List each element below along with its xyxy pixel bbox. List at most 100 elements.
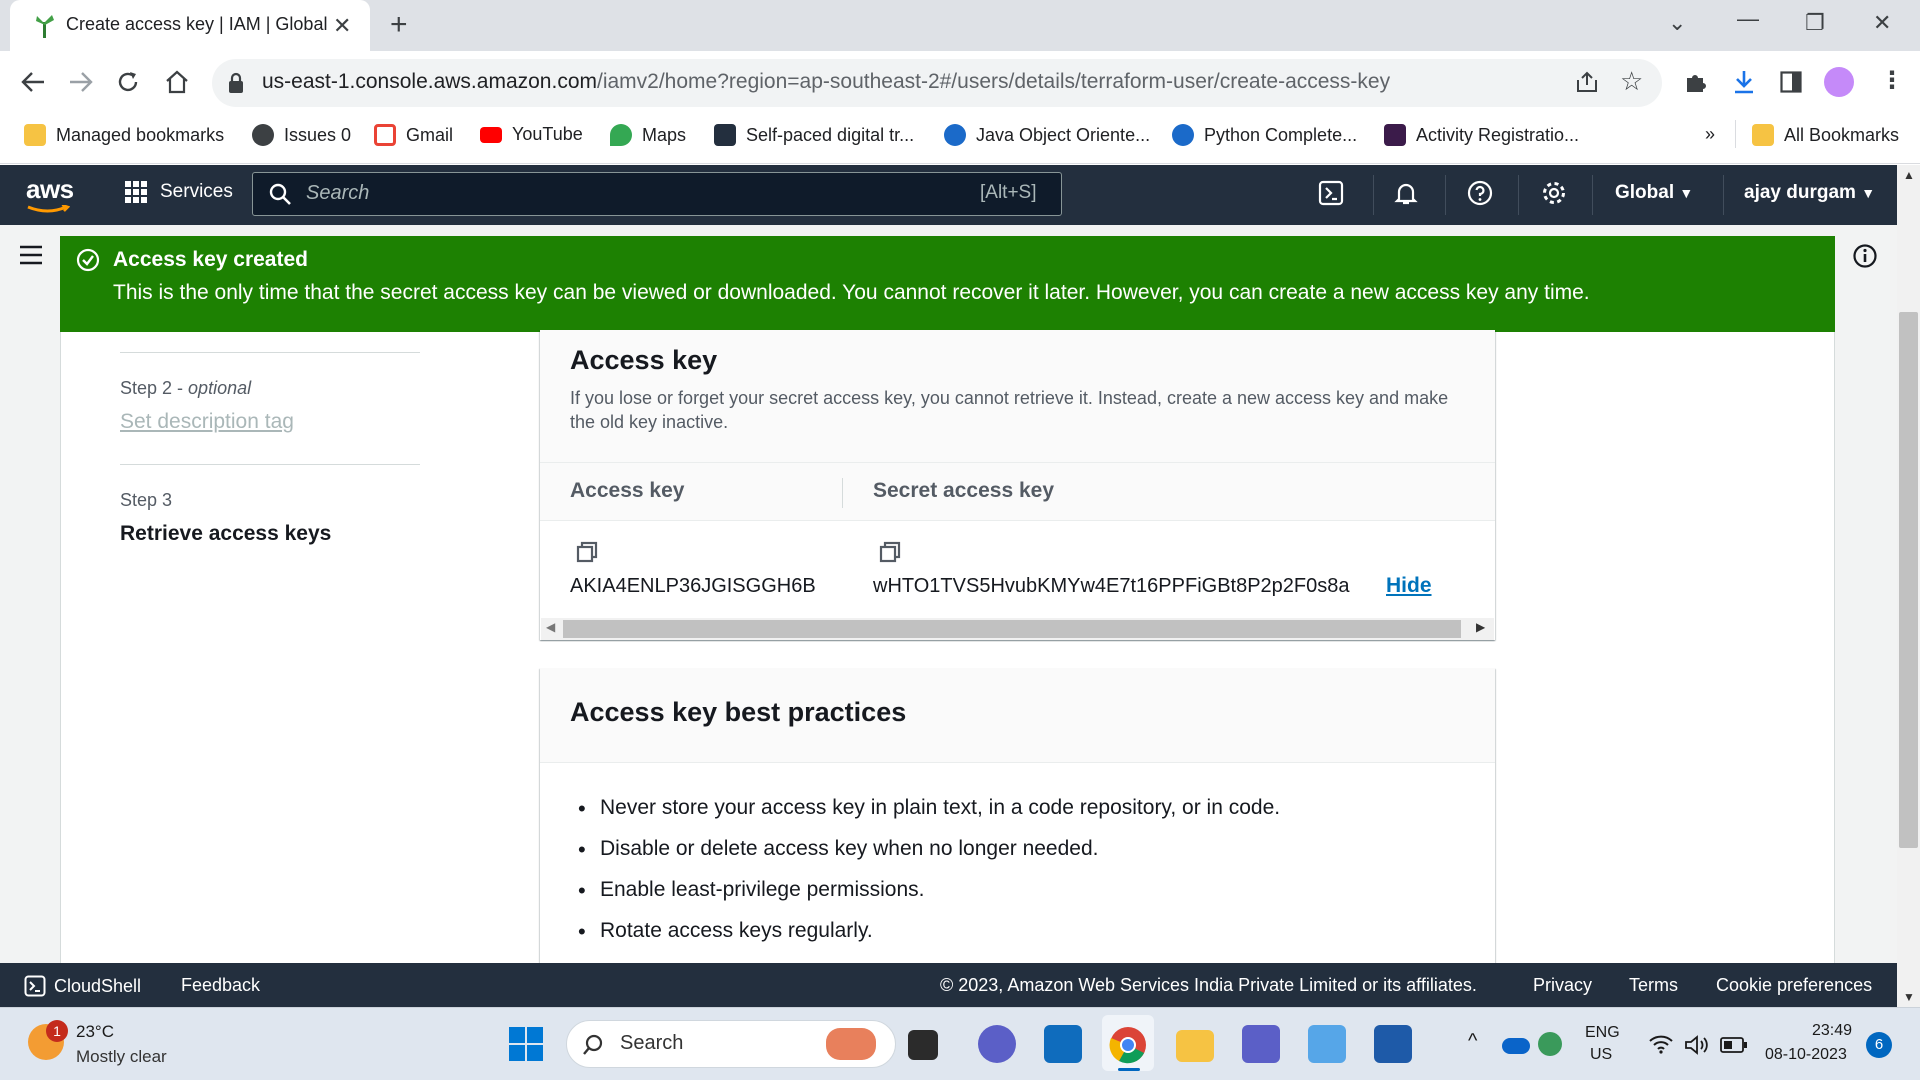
scroll-right-icon[interactable]: ▶ <box>1476 620 1485 634</box>
copy-icon[interactable] <box>879 541 901 563</box>
back-icon[interactable] <box>20 70 46 94</box>
help-icon[interactable] <box>1467 180 1493 206</box>
windows-start-icon[interactable] <box>508 1026 544 1062</box>
windows-taskbar <box>0 1007 1920 1080</box>
notifications-bell-icon[interactable] <box>1393 180 1419 206</box>
bookmark-maps[interactable]: Maps <box>610 124 686 146</box>
step2-link[interactable]: Set description tag <box>120 410 294 434</box>
privacy-link[interactable]: Privacy <box>1533 975 1592 996</box>
scroll-left-icon[interactable]: ◀ <box>546 620 555 634</box>
task-view-icon[interactable] <box>908 1030 938 1060</box>
scroll-down-icon[interactable]: ▼ <box>1903 990 1915 1004</box>
nav-separator <box>1723 175 1724 215</box>
bookmark-managed[interactable]: Managed bookmarks <box>24 124 224 146</box>
cloudshell-icon <box>24 975 46 997</box>
show-hidden-icons[interactable]: ^ <box>1468 1030 1477 1053</box>
notification-badge[interactable]: 6 <box>1866 1032 1892 1058</box>
menu-kebab-icon[interactable]: ⋮ <box>1880 66 1904 95</box>
reload-icon[interactable] <box>116 70 140 94</box>
notepad-icon[interactable] <box>1308 1025 1346 1063</box>
cookie-preferences-link[interactable]: Cookie preferences <box>1716 975 1872 996</box>
info-icon[interactable] <box>1852 243 1878 269</box>
aws-search-input[interactable] <box>252 172 1062 216</box>
cloudshell-button[interactable]: CloudShell <box>24 975 141 997</box>
extensions-icon[interactable] <box>1683 70 1707 94</box>
scroll-up-icon[interactable]: ▲ <box>1903 168 1915 182</box>
tab-search-icon[interactable]: ⌄ <box>1668 10 1686 36</box>
hamburger-menu-icon[interactable] <box>18 244 44 266</box>
home-icon[interactable] <box>164 69 190 95</box>
battery-icon[interactable] <box>1720 1036 1748 1054</box>
nav-separator <box>1373 175 1374 215</box>
best-practices-title: Access key best practices <box>570 697 907 727</box>
download-icon[interactable] <box>1731 68 1757 96</box>
outlook-icon[interactable] <box>1044 1025 1082 1063</box>
list-item: Rotate access keys regularly. <box>578 919 1280 960</box>
lock-icon[interactable] <box>228 72 244 94</box>
aws-logo[interactable]: aws <box>26 174 74 213</box>
close-window-button[interactable]: ✕ <box>1873 10 1891 36</box>
copy-icon[interactable] <box>576 541 598 563</box>
active-indicator <box>1118 1068 1140 1071</box>
bookmark-python[interactable]: Python Complete... <box>1172 124 1357 146</box>
volume-icon[interactable] <box>1684 1034 1710 1056</box>
bookmark-issues[interactable]: Issues 0 <box>252 124 351 146</box>
cloudshell-icon[interactable] <box>1318 180 1344 206</box>
gmail-icon <box>374 124 396 146</box>
region-selector[interactable]: Global ▼ <box>1615 182 1693 204</box>
services-menu[interactable]: Services <box>124 180 233 204</box>
onedrive-icon[interactable] <box>1502 1038 1530 1054</box>
side-panel-icon[interactable] <box>1780 71 1802 93</box>
terms-link[interactable]: Terms <box>1629 975 1678 996</box>
column-header-secret-key: Secret access key <box>873 479 1054 502</box>
search-shortcut: [Alt+S] <box>980 182 1037 203</box>
bookmark-activity[interactable]: Activity Registratio... <box>1384 124 1579 146</box>
input-region[interactable]: US <box>1590 1046 1612 1064</box>
restore-button[interactable]: ❐ <box>1805 10 1825 36</box>
teams-icon[interactable] <box>1242 1025 1280 1063</box>
file-explorer-icon[interactable] <box>1176 1030 1214 1062</box>
aws-icon <box>714 124 736 146</box>
url-text[interactable]: us-east-1.console.aws.amazon.com/iamv2/h… <box>262 70 1390 94</box>
profile-avatar[interactable] <box>1824 67 1854 97</box>
aws-smile-icon <box>27 205 70 213</box>
bookmark-star-icon[interactable]: ☆ <box>1620 66 1643 97</box>
scrollbar-thumb[interactable] <box>563 620 1461 638</box>
new-tab-button[interactable]: + <box>390 8 408 42</box>
bookmark-gmail[interactable]: Gmail <box>374 124 453 146</box>
weather-temperature[interactable]: 23°C <box>76 1022 114 1042</box>
remote-desktop-icon[interactable] <box>1374 1025 1412 1063</box>
step-divider <box>120 464 420 465</box>
feedback-link[interactable]: Feedback <box>181 975 260 996</box>
column-resizer[interactable] <box>842 478 843 508</box>
flash-title: Access key created <box>113 248 308 271</box>
settings-gear-icon[interactable] <box>1541 180 1567 206</box>
bookmark-java[interactable]: Java Object Oriente... <box>944 124 1150 146</box>
step2-label: Step 2 - optional <box>120 378 252 398</box>
page-scrollbar-thumb[interactable] <box>1899 312 1918 848</box>
search-highlight-icon <box>826 1028 876 1060</box>
bookmark-youtube[interactable]: YouTube <box>480 124 583 145</box>
share-icon[interactable] <box>1574 70 1600 94</box>
hide-secret-link[interactable]: Hide <box>1386 574 1432 598</box>
bookmarks-overflow[interactable]: » <box>1705 124 1715 145</box>
account-menu[interactable]: ajay durgam ▼ <box>1744 182 1875 204</box>
access-key-card-title: Access key <box>570 345 718 375</box>
forward-icon[interactable] <box>68 70 94 94</box>
minimize-button[interactable]: — <box>1737 6 1759 32</box>
tab-close-icon[interactable]: ✕ <box>333 13 351 39</box>
clock-time[interactable]: 23:49 <box>1812 1022 1852 1040</box>
folder-icon <box>24 124 46 146</box>
chrome-icon[interactable] <box>1109 1026 1147 1064</box>
github-icon <box>252 124 274 146</box>
secret-key-value: wHTO1TVS5HvubKMYw4E7t16PPFiGBt8P2p2F0s8a <box>873 575 1350 597</box>
clock-date[interactable]: 08-10-2023 <box>1765 1046 1847 1064</box>
input-language[interactable]: ENG <box>1585 1024 1620 1042</box>
caret-down-icon: ▼ <box>1861 185 1876 201</box>
teams-chat-icon[interactable] <box>978 1025 1016 1063</box>
network-globe-icon[interactable] <box>1538 1032 1562 1056</box>
weather-description[interactable]: Mostly clear <box>76 1047 167 1067</box>
wifi-icon[interactable] <box>1648 1034 1674 1054</box>
bookmark-aws-training[interactable]: Self-paced digital tr... <box>714 124 914 146</box>
bookmark-all[interactable]: All Bookmarks <box>1752 124 1899 146</box>
